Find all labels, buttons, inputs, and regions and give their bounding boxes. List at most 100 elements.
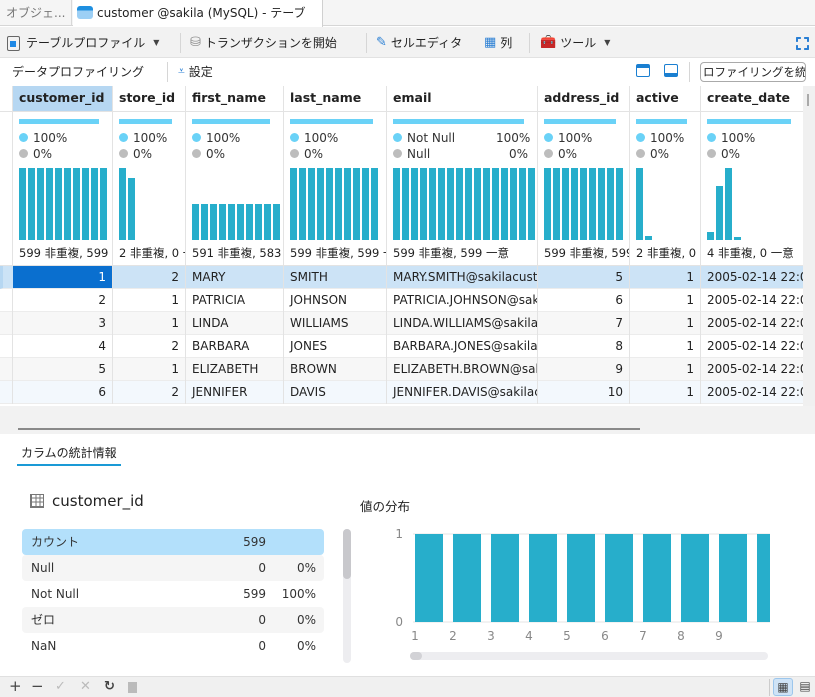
tab-column-stats[interactable]: カラムの統計情報 [17,444,121,466]
cell-address_id[interactable]: 9 [538,358,629,381]
row-header[interactable] [0,289,12,312]
fullscreen-button[interactable] [796,32,809,54]
stop-icon[interactable] [128,682,137,693]
column-header-address_id[interactable]: address_id [538,86,629,112]
row-header[interactable] [0,358,12,381]
cell-email[interactable]: ELIZABETH.BROWN@sakilacustomer.org [387,358,537,381]
cell-first_name[interactable]: MARY [186,266,283,289]
delete-row-icon[interactable]: − [31,677,44,696]
cell-last_name[interactable]: JONES [284,335,386,358]
chart-horizontal-scrollbar[interactable] [410,652,768,660]
cell-create_date[interactable]: 2005-02-14 22:04:36 [701,312,803,335]
cell-customer_id[interactable]: 4 [13,335,112,358]
cell-store_id[interactable]: 1 [113,289,185,312]
grid-vertical-scrollbar[interactable] [803,86,815,406]
profiling-toggle-button[interactable]: ロファイリングを統 [700,62,806,82]
stat-row[interactable]: ゼロ 0 0% [22,607,324,633]
cell-active[interactable]: 1 [630,358,700,381]
cell-last_name[interactable]: JOHNSON [284,289,386,312]
chart-scroll-thumb[interactable] [410,652,422,660]
begin-transaction-button[interactable]: ⛁ トランザクションを開始 [190,32,337,54]
layout-bottom-icon[interactable] [664,64,678,77]
cell-email[interactable]: LINDA.WILLIAMS@sakilacustomer.org [387,312,537,335]
column-header-customer_id[interactable]: customer_id [13,86,112,112]
cell-active[interactable]: 1 [630,335,700,358]
cell-editor-button[interactable]: ✎ セルエディタ [376,32,462,54]
cell-address_id[interactable]: 5 [538,266,629,289]
column-header-email[interactable]: email [387,86,537,112]
cell-create_date[interactable]: 2005-02-14 22:04:36 [701,335,803,358]
cell-active[interactable]: 1 [630,312,700,335]
column-header-active[interactable]: active [630,86,700,112]
cell-customer_id[interactable]: 3 [13,312,112,335]
cell-active[interactable]: 1 [630,266,700,289]
column-header-store_id[interactable]: store_id [113,86,185,112]
cell-first_name[interactable]: ELIZABETH [186,358,283,381]
table-profile-button[interactable]: テーブルプロファイル ▼ [7,32,159,54]
refresh-icon[interactable]: ↻ [104,677,115,696]
cell-active[interactable]: 1 [630,289,700,312]
cell-email[interactable]: MARY.SMITH@sakilacustomer.org [387,266,537,289]
apply-check-icon[interactable]: ✓ [55,677,66,696]
row-header[interactable] [0,381,12,404]
stat-row[interactable]: カウント 599 [22,529,324,555]
cell-store_id[interactable]: 1 [113,358,185,381]
cell-email[interactable]: PATRICIA.JOHNSON@sakilacustomer.org [387,289,537,312]
horizontal-scrollbar[interactable] [18,428,640,430]
tab-object[interactable]: オブジェ... [0,0,72,26]
cell-last_name[interactable]: BROWN [284,358,386,381]
columns-button[interactable]: ▦ 列 [484,32,512,54]
cell-store_id[interactable]: 2 [113,335,185,358]
cell-customer_id[interactable]: 1 [13,266,112,289]
row-header[interactable] [0,312,12,335]
cell-create_date[interactable]: 2005-02-14 22:04:36 [701,266,803,289]
cell-email[interactable]: JENNIFER.DAVIS@sakilacustomer.org [387,381,537,404]
cell-first_name[interactable]: PATRICIA [186,289,283,312]
add-row-icon[interactable]: + [9,677,22,696]
cell-first_name[interactable]: LINDA [186,312,283,335]
cell-create_date[interactable]: 2005-02-14 22:04:36 [701,289,803,312]
settings-button[interactable]: ⩡ 設定 [178,63,213,80]
cell-first_name[interactable]: JENNIFER [186,381,283,404]
row-header[interactable] [0,335,12,358]
cell-active[interactable]: 1 [630,381,700,404]
stats-scrollbar[interactable] [343,529,351,663]
layout-top-icon[interactable] [636,64,650,77]
histogram-bar [501,168,508,240]
column-header-last_name[interactable]: last_name [284,86,386,112]
panel-splitter[interactable] [0,406,815,434]
cell-address_id[interactable]: 7 [538,312,629,335]
column-header-first_name[interactable]: first_name [186,86,283,112]
grid-view-icon[interactable]: ▦ [773,678,793,696]
cell-create_date[interactable]: 2005-02-14 22:04:36 [701,381,803,404]
cell-customer_id[interactable]: 5 [13,358,112,381]
cell-address_id[interactable]: 6 [538,289,629,312]
cell-last_name[interactable]: DAVIS [284,381,386,404]
column-last_name: last_name 100% 0% 599 非重複, 599 一意 SMITHJOHNS… [284,86,387,404]
cell-email[interactable]: BARBARA.JONES@sakilacustomer.org [387,335,537,358]
tab-object-label: オブジェ... [6,6,66,20]
cell-customer_id[interactable]: 2 [13,289,112,312]
null-legend-dot [544,149,553,158]
cell-first_name[interactable]: BARBARA [186,335,283,358]
column-summary: 591 非重複, 583 一意 [192,246,283,260]
cell-store_id[interactable]: 2 [113,381,185,404]
cell-store_id[interactable]: 2 [113,266,185,289]
tab-customer-table[interactable]: customer @sakila (MySQL) - テーブル [73,0,323,46]
stat-row[interactable]: NaN 0 0% [22,633,324,659]
cell-address_id[interactable]: 10 [538,381,629,404]
cell-store_id[interactable]: 1 [113,312,185,335]
cell-customer_id[interactable]: 6 [13,381,112,404]
column-header-create_date[interactable]: create_date [701,86,803,112]
editor-tabbar: オブジェ... customer @sakila (MySQL) - テーブル [0,0,815,46]
stat-row[interactable]: Not Null 599 100% [22,581,324,607]
cell-last_name[interactable]: WILLIAMS [284,312,386,335]
column-histogram [192,168,283,240]
cell-last_name[interactable]: SMITH [284,266,386,289]
cell-create_date[interactable]: 2005-02-14 22:04:36 [701,358,803,381]
cell-address_id[interactable]: 8 [538,335,629,358]
stat-row[interactable]: Null 0 0% [22,555,324,581]
tools-button[interactable]: 🧰 ツール ▼ [540,32,610,54]
discard-x-icon[interactable]: ✕ [80,677,91,696]
form-view-icon[interactable]: ▤ [797,678,813,696]
